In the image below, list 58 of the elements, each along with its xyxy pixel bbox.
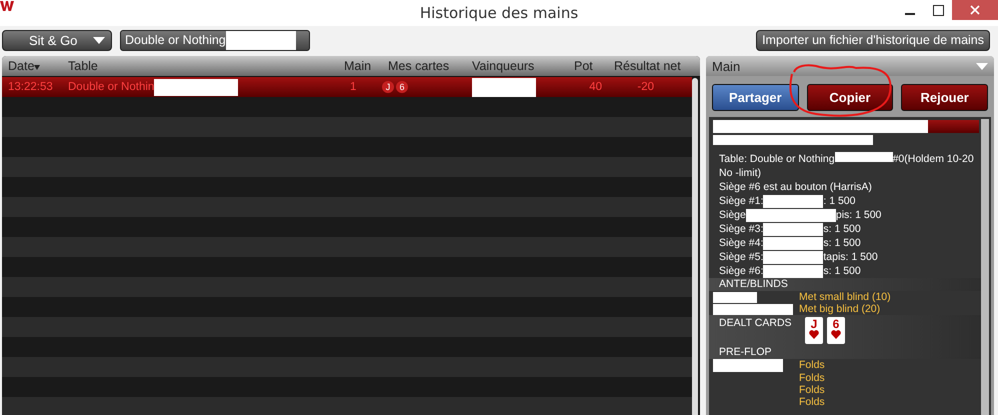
table-cell-text: 40 (588, 81, 603, 93)
section-title: DEALT CARDS (719, 317, 793, 331)
table-cell-text: 13:22:53 (7, 81, 54, 93)
column-header[interactable]: Vainqueurs (466, 59, 568, 73)
action-text: Folds (799, 359, 826, 372)
window-title: Historique des mains (418, 4, 580, 22)
logo-icon (0, 0, 14, 12)
playing-card: 6 (827, 317, 845, 344)
section-title: PRE-FLOP (709, 346, 983, 359)
game-type-dropdown[interactable]: Sit & Go (2, 30, 112, 50)
redaction-block (713, 359, 783, 372)
table-line: Table: Double or Nothing #0(Holdem 10-20 No -limit) (718, 152, 975, 180)
scrollbar[interactable] (981, 119, 989, 415)
button-line: Siège #6 est au bouton (HarrisA) (718, 180, 873, 194)
caret-icon (93, 36, 105, 44)
redaction-block (472, 78, 536, 96)
table-cell: Double or Nothin (62, 78, 344, 96)
import-button[interactable]: Importer un fichier d'historique de mains (756, 30, 990, 50)
section-title: ANTE/BLINDS (709, 278, 983, 291)
action-button[interactable]: Copier (806, 84, 894, 111)
column-header[interactable]: Pot (568, 59, 608, 73)
seat-line: Siège #6: s: 1 500 (718, 264, 862, 278)
card-chip: 6 (396, 81, 408, 93)
redaction-block (226, 30, 296, 50)
seat-line: Siège #5: tapis: 1 500 (718, 250, 879, 264)
panel-title: Main (712, 58, 740, 74)
minimize-icon (905, 13, 915, 15)
card-chip: J (382, 81, 394, 93)
header-bar (928, 120, 979, 133)
action-text: Met big blind (20) (799, 303, 882, 315)
caret-icon[interactable] (976, 62, 988, 70)
close-icon (970, 5, 980, 15)
seat-line: Siège #1: : 1 500 (718, 194, 856, 208)
table-cell-text: 1 (349, 81, 358, 93)
scrollbar[interactable] (692, 78, 698, 415)
hand-row[interactable]: 13:22:53 Double or Nothin 1 J 6 40 -20 (2, 77, 692, 97)
heart-icon (831, 330, 841, 339)
seat-line: Siège #3: s: 1 500 (718, 222, 862, 236)
column-header[interactable]: Main (344, 59, 382, 73)
heart-icon (809, 330, 819, 339)
column-header[interactable]: Date (2, 59, 62, 73)
table-cell-text: -20 (636, 81, 655, 93)
action-button[interactable]: Rejouer (901, 84, 988, 111)
seat-line: Siège #4: s: 1 500 (718, 236, 862, 250)
action-text: Folds (799, 372, 826, 384)
column-header[interactable]: Résultat net (608, 59, 690, 73)
column-header[interactable]: Mes cartes (382, 59, 466, 73)
action-text: Met small blind (10) (799, 291, 892, 303)
column-header[interactable]: Table (62, 59, 344, 73)
maximize-icon (932, 4, 944, 16)
action-text: Folds (799, 396, 826, 408)
playing-card: J (805, 317, 823, 344)
close-button[interactable] (952, 0, 998, 20)
seat-line: Siège pis: 1 500 (718, 208, 882, 222)
sort-icon (34, 65, 40, 70)
action-text: Folds (799, 384, 826, 396)
share-button[interactable]: Partager (712, 84, 799, 111)
table-filter-field[interactable]: Double or Nothing (120, 30, 310, 50)
